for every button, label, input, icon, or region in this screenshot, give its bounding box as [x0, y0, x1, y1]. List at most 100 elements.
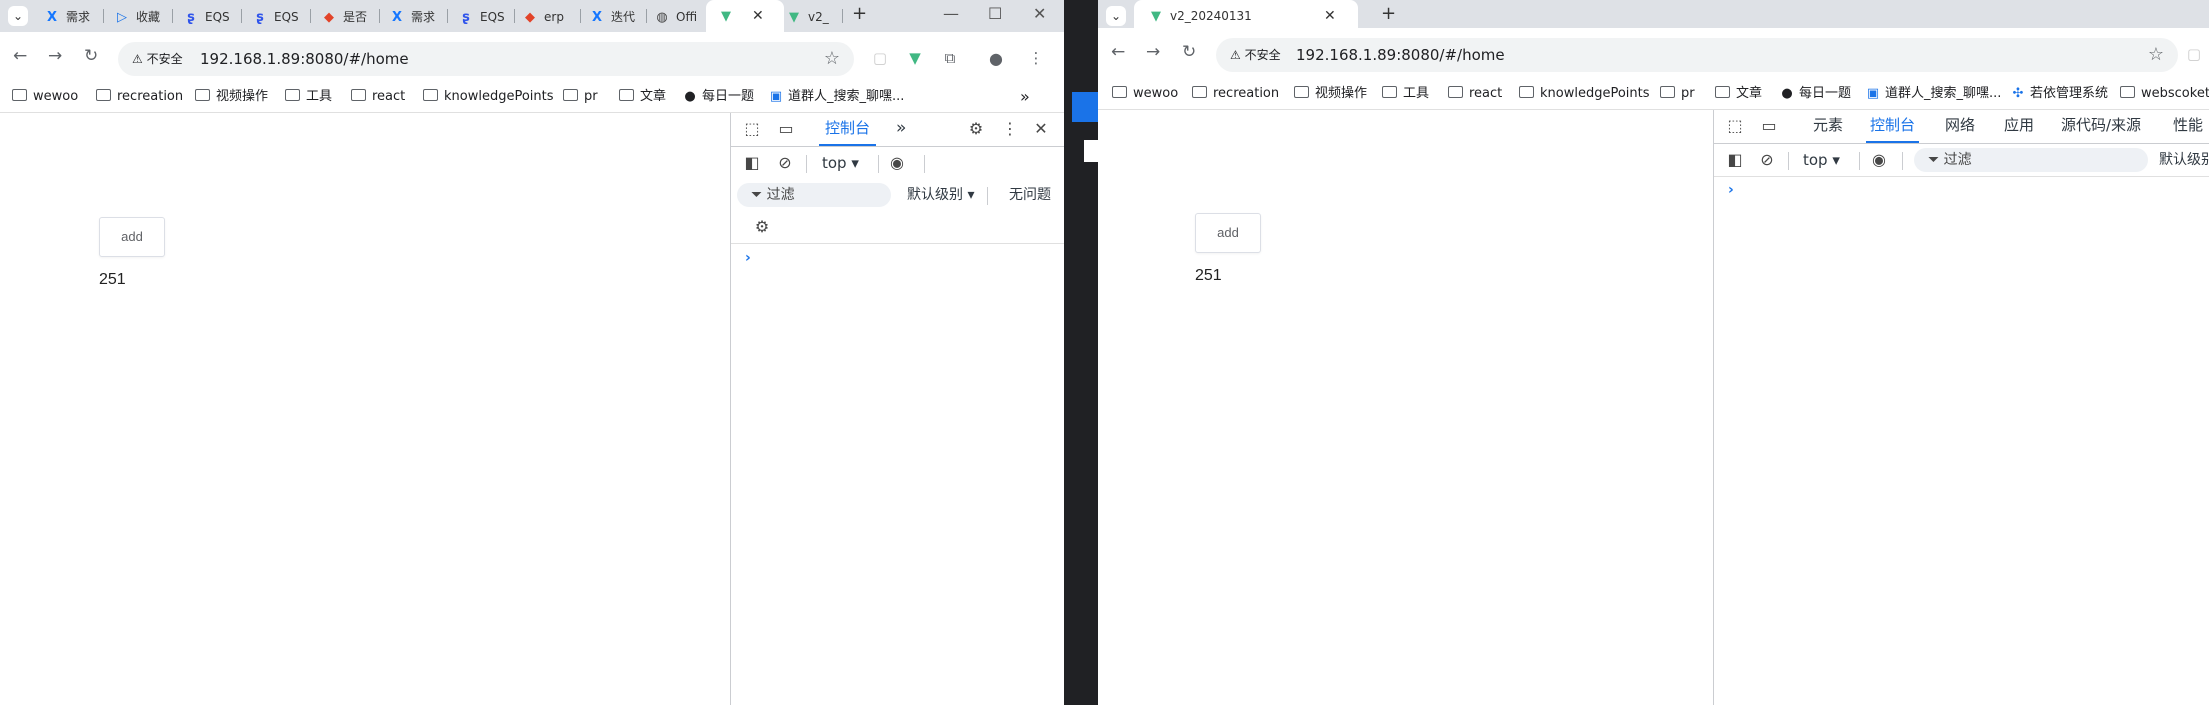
- menu-kebab-icon[interactable]: ⋮: [1026, 49, 1046, 67]
- folder-icon: [1715, 86, 1730, 98]
- close-tab-icon[interactable]: ✕: [752, 0, 764, 32]
- maximize-icon[interactable]: ☐: [988, 4, 1002, 23]
- tab-network[interactable]: 网络: [1945, 110, 1975, 141]
- bookmark-search[interactable]: ▣ 道群人_搜索_聊嘿...: [768, 82, 905, 112]
- bookmark-recreation[interactable]: recreation: [96, 82, 183, 112]
- bookmark-star-icon[interactable]: ☆: [824, 42, 840, 76]
- url-text[interactable]: 192.168.1.89:8080/#/home: [1296, 38, 1505, 72]
- bookmark-react[interactable]: react: [351, 82, 405, 112]
- tab-12[interactable]: ▼ v2_: [786, 4, 836, 30]
- tab-console[interactable]: 控制台: [1866, 110, 1920, 143]
- address-bar[interactable]: ⚠ 不安全 192.168.1.89:8080/#/home ☆: [118, 42, 854, 76]
- security-badge[interactable]: ⚠ 不安全: [1222, 43, 1289, 67]
- address-bar[interactable]: ⚠ 不安全 192.168.1.89:8080/#/home ☆: [1216, 38, 2178, 72]
- context-selector[interactable]: top ▾: [822, 151, 859, 175]
- tab-8[interactable]: ◆ erp: [522, 4, 572, 30]
- devtools-menu-icon[interactable]: ⋮: [999, 118, 1021, 140]
- devtools-panel: ⬚ ▭ 控制台 » ⚙ ⋮ ✕ ◧ ⊘ top ▾ ◉ ⏷ 过滤 默认级别 ▾ …: [730, 113, 1064, 705]
- tab-search-chevron-icon[interactable]: ⌄: [1106, 6, 1126, 26]
- tab-console[interactable]: 控制台: [819, 113, 877, 146]
- extensions-puzzle-icon[interactable]: ⧉: [940, 49, 960, 67]
- reload-icon[interactable]: ↻: [84, 46, 98, 66]
- reload-icon[interactable]: ↻: [1182, 42, 1196, 62]
- bookmark-react[interactable]: react: [1448, 79, 1502, 109]
- bookmark-tools[interactable]: 工具: [285, 82, 332, 112]
- bookmark-video[interactable]: 视频操作: [1294, 79, 1367, 109]
- filter-input[interactable]: ⏷ 过滤: [737, 183, 891, 207]
- more-tabs-icon[interactable]: »: [896, 113, 906, 144]
- sidebar-toggle-icon[interactable]: ◧: [741, 152, 763, 174]
- bookmark-star-icon[interactable]: ☆: [2148, 38, 2164, 72]
- device-toolbar-icon[interactable]: ▭: [1758, 115, 1780, 137]
- tab-10[interactable]: ◍ Offi: [654, 4, 700, 30]
- log-level-dropdown[interactable]: 默认级别 ▾: [907, 183, 974, 207]
- clear-console-icon[interactable]: ⊘: [1756, 149, 1778, 171]
- tab-2[interactable]: ▷ 收藏: [114, 4, 164, 30]
- bookmark-daily[interactable]: ● 每日一题: [682, 82, 754, 112]
- bookmark-knowledgepoints[interactable]: knowledgePoints: [423, 82, 554, 112]
- tab-sources[interactable]: 源代码/来源: [2061, 110, 2141, 141]
- bookmark-ruoyi[interactable]: ✣ 若依管理系统: [2010, 79, 2108, 109]
- back-icon[interactable]: ←: [13, 46, 27, 66]
- extension-icon[interactable]: ▢: [870, 49, 890, 67]
- calendar-icon: ▣: [1866, 86, 1880, 101]
- bookmark-tools[interactable]: 工具: [1382, 79, 1429, 109]
- vue-devtools-icon[interactable]: ▼: [905, 49, 925, 67]
- close-devtools-icon[interactable]: ✕: [1030, 118, 1052, 140]
- log-level-dropdown[interactable]: 默认级别: [2159, 148, 2209, 172]
- bookmark-recreation[interactable]: recreation: [1192, 79, 1279, 109]
- tab-performance[interactable]: 性能: [2173, 110, 2203, 141]
- forward-icon[interactable]: →: [1146, 42, 1160, 62]
- url-text[interactable]: 192.168.1.89:8080/#/home: [200, 42, 409, 76]
- bookmark-articles[interactable]: 文章: [619, 82, 666, 112]
- profile-avatar[interactable]: ●: [986, 49, 1006, 68]
- inspect-element-icon[interactable]: ⬚: [741, 118, 763, 140]
- extension-icon[interactable]: ▢: [2184, 45, 2204, 63]
- bookmark-video[interactable]: 视频操作: [195, 82, 268, 112]
- tab-1[interactable]: X 需求: [44, 4, 94, 30]
- console-prompt-icon[interactable]: ›: [1728, 182, 1734, 198]
- live-expression-eye-icon[interactable]: ◉: [886, 152, 908, 174]
- bookmark-search[interactable]: ▣ 道群人_搜索_聊嘿...: [1865, 79, 2002, 109]
- clear-console-icon[interactable]: ⊘: [774, 152, 796, 174]
- inspect-element-icon[interactable]: ⬚: [1724, 115, 1746, 137]
- tab-9[interactable]: X 迭代: [589, 4, 639, 30]
- tab-active[interactable]: ▼ ✕: [706, 0, 784, 32]
- bookmark-wewoo[interactable]: wewoo: [12, 82, 78, 112]
- forward-icon[interactable]: →: [48, 46, 62, 66]
- tab-6[interactable]: X 需求: [389, 4, 439, 30]
- tab-7[interactable]: ʂ EQS: [458, 4, 508, 30]
- tab-elements[interactable]: 元素: [1813, 110, 1843, 141]
- bookmark-pr[interactable]: pr: [1660, 79, 1695, 109]
- security-badge[interactable]: ⚠ 不安全: [124, 47, 191, 71]
- settings-gear-icon[interactable]: ⚙: [965, 118, 987, 140]
- close-window-icon[interactable]: ✕: [1033, 4, 1046, 23]
- new-tab-icon[interactable]: +: [1381, 3, 1396, 24]
- live-expression-eye-icon[interactable]: ◉: [1868, 149, 1890, 171]
- filter-input[interactable]: ⏷ 过滤: [1914, 148, 2148, 172]
- add-button[interactable]: add: [99, 217, 165, 257]
- add-button[interactable]: add: [1195, 213, 1261, 253]
- calendar-icon: ▣: [769, 89, 783, 104]
- bookmark-articles[interactable]: 文章: [1715, 79, 1762, 109]
- issues-count[interactable]: 无问题: [1009, 183, 1051, 207]
- device-toolbar-icon[interactable]: ▭: [775, 118, 797, 140]
- bookmark-knowledgepoints[interactable]: knowledgePoints: [1519, 79, 1650, 109]
- sidebar-toggle-icon[interactable]: ◧: [1724, 149, 1746, 171]
- minimize-icon[interactable]: —: [943, 4, 959, 23]
- bookmark-daily[interactable]: ● 每日一题: [1779, 79, 1851, 109]
- tab-application[interactable]: 应用: [2004, 110, 2034, 141]
- back-icon[interactable]: ←: [1111, 42, 1125, 62]
- bookmark-pr[interactable]: pr: [563, 82, 598, 112]
- bookmark-websocket[interactable]: webscoket: [2120, 79, 2209, 109]
- tab-4[interactable]: ʂ EQS: [252, 4, 302, 30]
- bookmarks-overflow-icon[interactable]: »: [1020, 82, 1030, 112]
- tab-5[interactable]: ◆ 是否: [321, 4, 371, 30]
- tab-3[interactable]: ʂ EQS: [183, 4, 233, 30]
- tab-search-chevron-icon[interactable]: ⌄: [8, 6, 28, 26]
- bookmark-wewoo[interactable]: wewoo: [1112, 79, 1178, 109]
- console-settings-gear-icon[interactable]: ⚙: [751, 216, 773, 238]
- console-prompt-icon[interactable]: ›: [745, 250, 751, 266]
- context-selector[interactable]: top ▾: [1803, 148, 1840, 172]
- new-tab-icon[interactable]: +: [852, 3, 867, 24]
